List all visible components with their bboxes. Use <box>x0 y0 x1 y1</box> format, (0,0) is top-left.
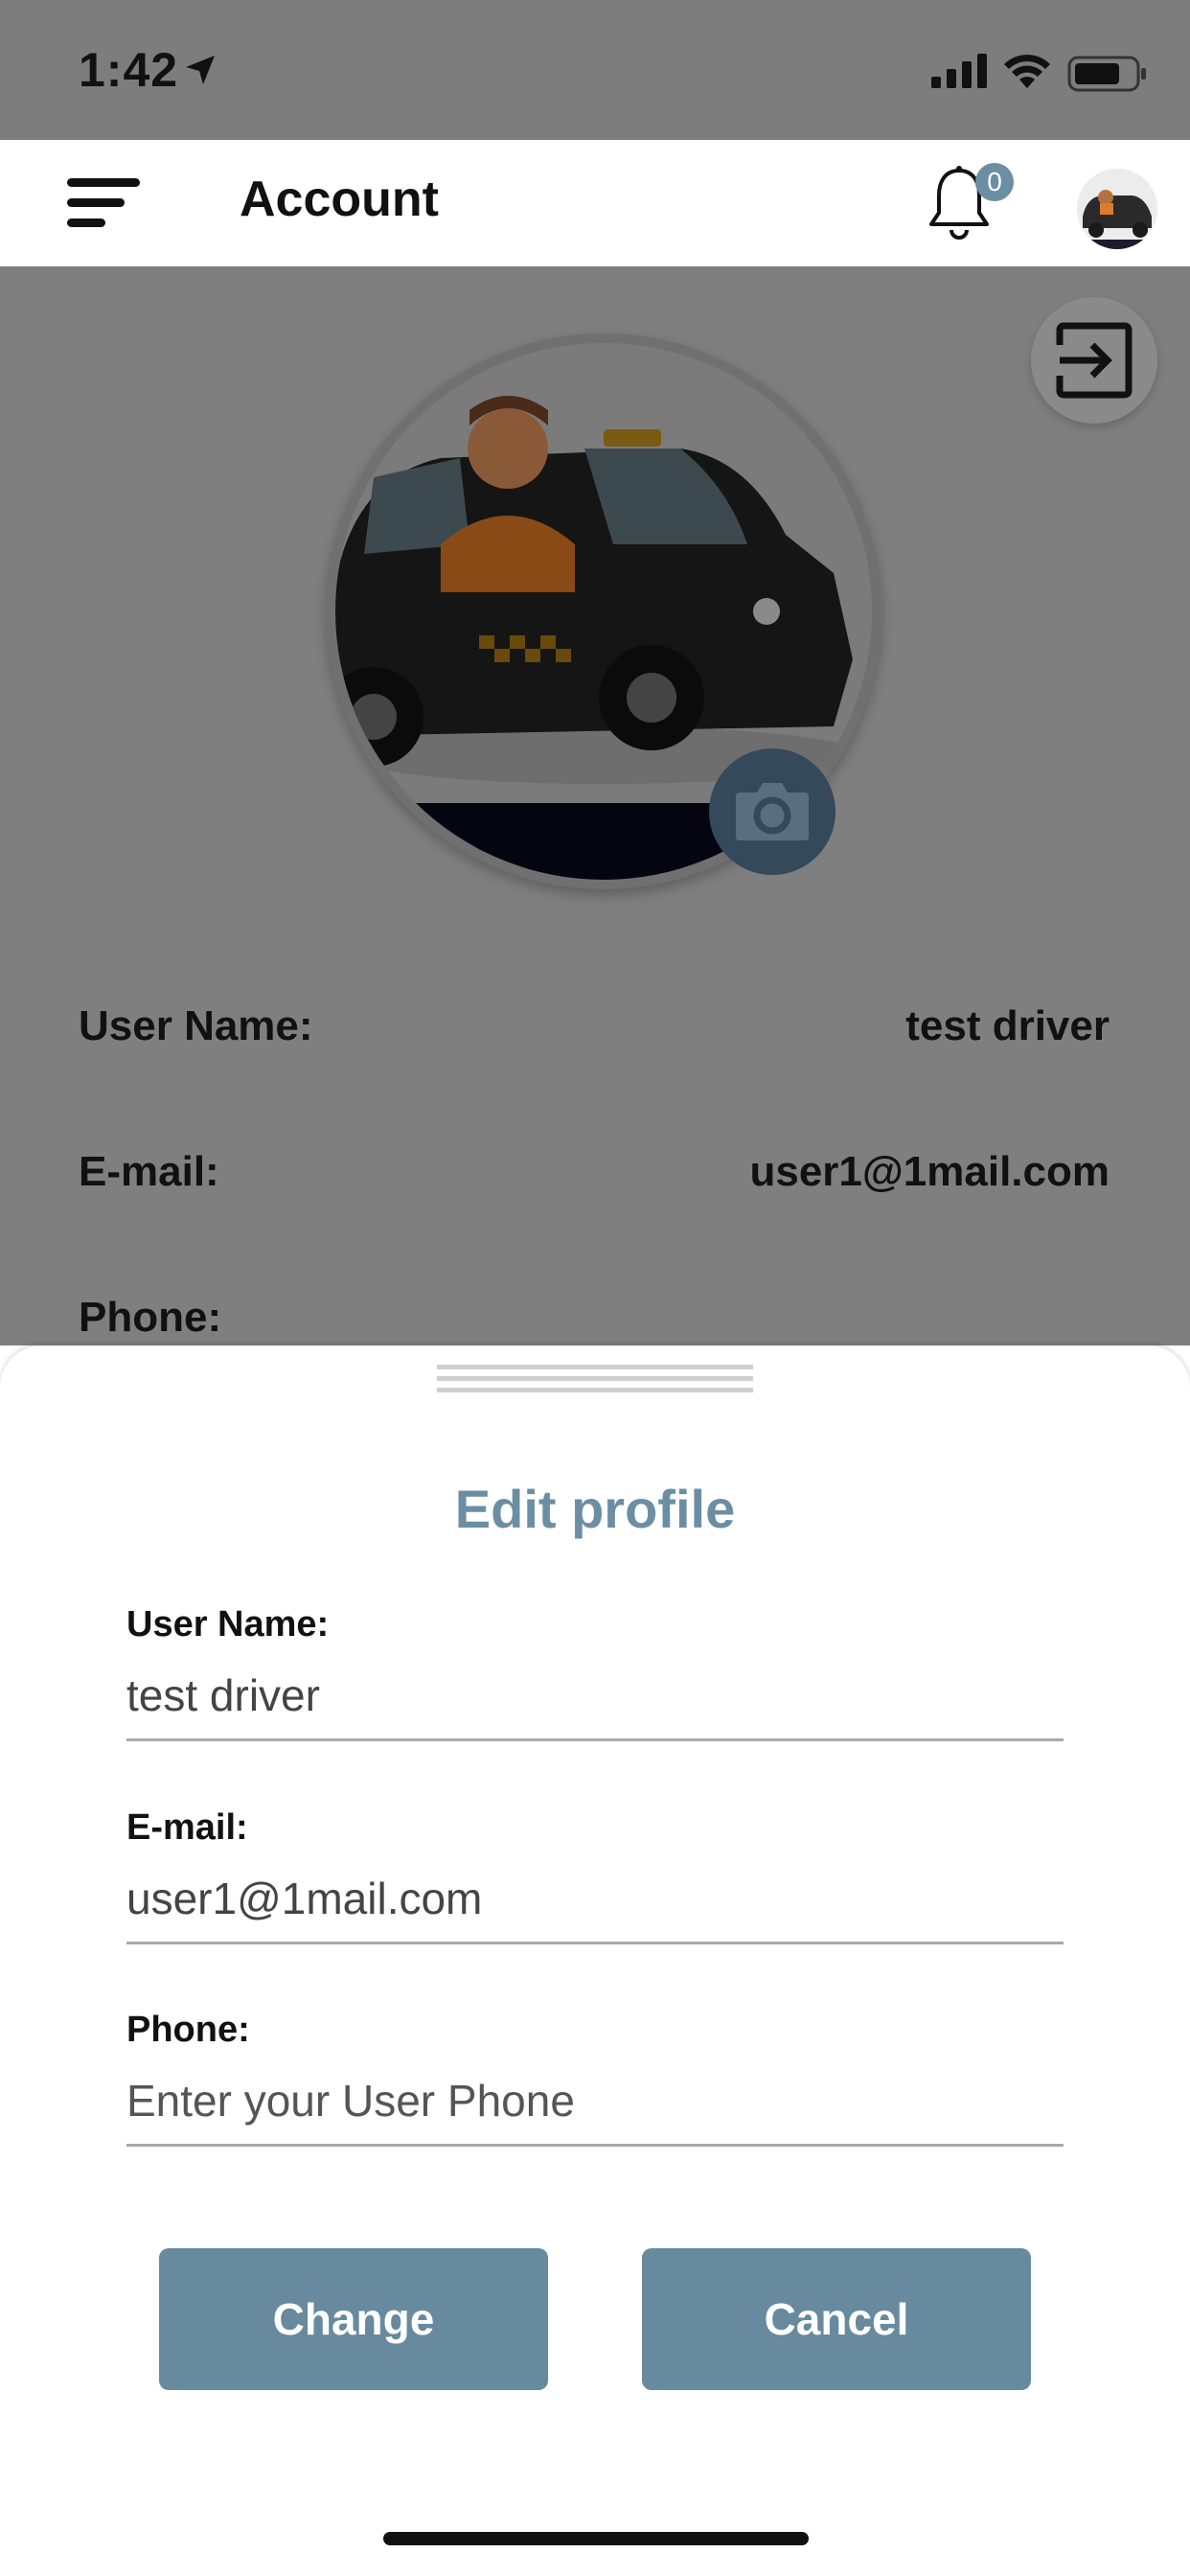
account-page: User Name: test driver E-mail: user1@1ma… <box>0 266 1190 1346</box>
email-field: E-mail: <box>126 1807 1064 1944</box>
info-value: test driver <box>905 1002 1110 1049</box>
field-label: Phone: <box>126 2010 250 2050</box>
email-input[interactable] <box>126 1873 1064 1944</box>
username-input[interactable] <box>126 1669 1064 1741</box>
phone-input[interactable] <box>126 2075 1064 2147</box>
info-value: user1@1mail.com <box>749 1148 1110 1195</box>
home-indicator <box>383 2532 809 2545</box>
avatar[interactable] <box>1077 169 1157 249</box>
info-label: User Name: <box>79 1002 313 1049</box>
notification-badge: 0 <box>975 163 1014 201</box>
location-arrow-icon <box>186 56 215 84</box>
info-label: Phone: <box>79 1294 222 1341</box>
cancel-button[interactable]: Cancel <box>642 2248 1031 2390</box>
phone-field: Phone: <box>126 2010 1064 2147</box>
info-row-phone: Phone: <box>79 1294 1110 1351</box>
username-field: User Name: <box>126 1604 1064 1741</box>
status-time: 1:42 <box>79 43 179 97</box>
change-button[interactable]: Change <box>159 2248 548 2390</box>
change-photo-button[interactable] <box>709 748 835 875</box>
battery-icon <box>1067 56 1146 92</box>
info-row-email: E-mail: user1@1mail.com <box>79 1148 1110 1206</box>
logout-icon <box>1056 322 1133 399</box>
taxi-driver-avatar-image <box>1077 169 1157 249</box>
sheet-grabber[interactable] <box>437 1365 753 1399</box>
sheet-title: Edit profile <box>454 1479 736 1539</box>
wifi-icon <box>1004 55 1050 88</box>
menu-icon[interactable] <box>67 178 140 228</box>
field-label: E-mail: <box>126 1807 248 1848</box>
field-label: User Name: <box>126 1604 330 1644</box>
camera-icon <box>736 783 809 840</box>
page-title: Account <box>240 172 439 227</box>
signal-icon <box>931 54 987 88</box>
app-header: Account 0 <box>0 140 1190 266</box>
logout-button[interactable] <box>1031 297 1157 424</box>
info-label: E-mail: <box>79 1148 219 1195</box>
edit-profile-sheet: Edit profile User Name: E-mail: Phone: C… <box>0 1346 1190 2576</box>
info-row-username: User Name: test driver <box>79 1002 1110 1060</box>
status-bar: 1:42 <box>0 0 1190 140</box>
